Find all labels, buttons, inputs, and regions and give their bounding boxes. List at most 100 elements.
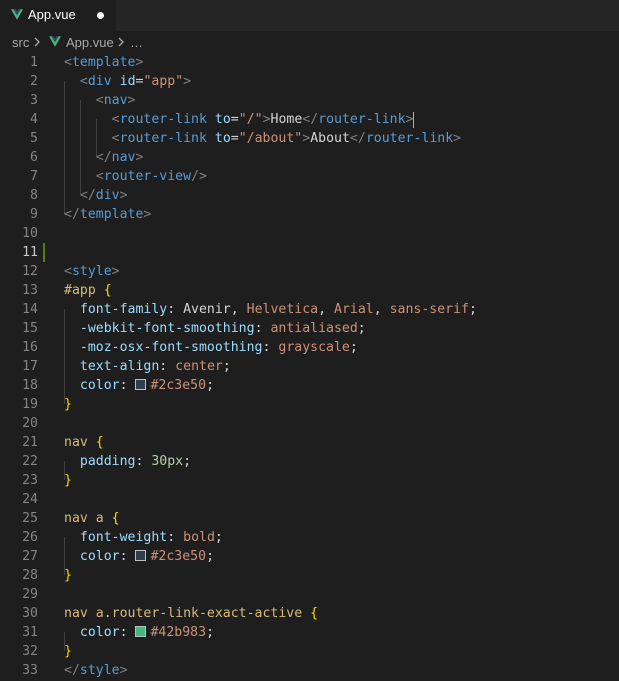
code-line[interactable]: 21 nav { [0, 433, 619, 452]
code-token: template [71, 55, 136, 70]
code-token: > [119, 188, 128, 203]
code-line[interactable]: 17 text-align: center; [0, 357, 619, 376]
code-token: antialiased [270, 321, 358, 336]
tab-title: App.vue [28, 7, 76, 22]
breadcrumb-folder[interactable]: src [12, 35, 29, 50]
code-token: < [111, 112, 120, 127]
unsaved-changes-dot[interactable] [97, 12, 104, 19]
code-token: "/" [238, 112, 263, 127]
code-line[interactable]: 1 <template> [0, 53, 619, 72]
code-line[interactable]: 13 #app { [0, 281, 619, 300]
code-token: : [254, 321, 271, 336]
line-number: 25 [22, 511, 38, 526]
code-token: color [79, 378, 120, 393]
code-token: : [167, 530, 184, 545]
color-swatch[interactable] [135, 379, 147, 390]
code-line[interactable]: 6 </nav> [0, 148, 619, 167]
code-line[interactable]: 9 </template> [0, 205, 619, 224]
code-line[interactable]: 22 padding: 30px; [0, 452, 619, 471]
code-line[interactable]: 5 <router-link to="/about">About</router… [0, 129, 619, 148]
code-text: color: #2c3e50; [64, 547, 214, 566]
line-number: 26 [22, 530, 38, 545]
code-line[interactable]: 24 [0, 490, 619, 509]
chevron-right-icon [34, 37, 40, 47]
color-swatch[interactable] [135, 550, 147, 561]
code-line[interactable]: 8 </div> [0, 186, 619, 205]
line-number: 29 [22, 587, 38, 602]
code-token: > [453, 131, 462, 146]
chevron-right-icon [118, 37, 124, 47]
code-line[interactable]: 31 color: #42b983; [0, 623, 619, 642]
code-token: : [135, 454, 152, 469]
code-line[interactable]: 19} [0, 395, 619, 414]
line-number: 23 [22, 473, 38, 488]
code-token: , [373, 302, 390, 317]
code-token: template [79, 207, 144, 222]
code-token: nav a.router-link-exact-active [64, 606, 303, 621]
line-number: 12 [22, 264, 38, 279]
code-token: : [119, 549, 136, 564]
code-line[interactable]: 30 nav a.router-link-exact-active { [0, 604, 619, 623]
code-line[interactable]: 27 color: #2c3e50; [0, 547, 619, 566]
vue-icon [49, 36, 61, 47]
code-text: } [64, 395, 72, 414]
code-line[interactable]: 7 <router-view/> [0, 167, 619, 186]
code-line[interactable]: 16 -moz-osx-font-smoothing: grayscale; [0, 338, 619, 357]
code-line[interactable]: 11 [0, 243, 619, 262]
code-token: ; [183, 454, 192, 469]
code-token: id [119, 74, 136, 89]
code-token: ; [222, 359, 231, 374]
code-token: #2c3e50 [150, 378, 207, 393]
code-token: to [214, 112, 231, 127]
line-number: 17 [22, 359, 38, 374]
code-line[interactable]: 18 color: #2c3e50; [0, 376, 619, 395]
code-line[interactable]: 29 [0, 585, 619, 604]
code-token: </ [64, 663, 80, 678]
code-text: nav a.router-link-exact-active { [64, 604, 318, 623]
code-token: < [111, 131, 120, 146]
code-line[interactable]: 2 <div id="app"> [0, 72, 619, 91]
code-token: router-link [318, 112, 406, 127]
code-token: ; [206, 549, 215, 564]
code-line[interactable]: 4 <router-link to="/">Home</router-link> [0, 110, 619, 129]
code-line[interactable]: 23} [0, 471, 619, 490]
code-line[interactable]: 20 [0, 414, 619, 433]
line-number: 9 [30, 207, 38, 222]
code-line[interactable]: 12 <style> [0, 262, 619, 281]
code-token: </ [95, 150, 112, 165]
code-token: #app [64, 283, 96, 298]
code-line[interactable]: 32} [0, 642, 619, 661]
breadcrumb-symbol[interactable]: … [130, 35, 143, 50]
code-text: <router-link to="/">Home</router-link> [64, 110, 421, 129]
line-number: 28 [22, 568, 38, 583]
line-number: 13 [22, 283, 38, 298]
code-text: padding: 30px; [64, 452, 191, 471]
code-token: router-link [119, 131, 207, 146]
code-line[interactable]: 26 font-weight: bold; [0, 528, 619, 547]
color-swatch[interactable] [135, 626, 147, 637]
code-editor[interactable]: 1 <template> 2 <div id="app"> 3 <nav> 4 <rou… [0, 53, 619, 681]
tab-bar: App.vue [0, 0, 619, 31]
code-line[interactable]: 28} [0, 566, 619, 585]
code-line[interactable]: 33 </style> [0, 661, 619, 680]
code-line[interactable]: 10 [0, 224, 619, 243]
code-token: router-link [119, 112, 207, 127]
code-line[interactable]: 14 font-family: Avenir, Helvetica, Arial… [0, 300, 619, 319]
code-token: = [230, 112, 239, 127]
line-number: 16 [22, 340, 38, 355]
tab-app-vue[interactable]: App.vue [0, 0, 116, 31]
code-line[interactable]: 3 <nav> [0, 91, 619, 110]
code-line[interactable]: 25 nav a { [0, 509, 619, 528]
code-token: : [119, 378, 136, 393]
code-line[interactable]: 15 -webkit-font-smoothing: antialiased; [0, 319, 619, 338]
breadcrumb-file[interactable]: App.vue [66, 35, 114, 50]
code-token: > [119, 663, 128, 678]
line-number: 21 [22, 435, 38, 450]
code-token: > [135, 150, 144, 165]
